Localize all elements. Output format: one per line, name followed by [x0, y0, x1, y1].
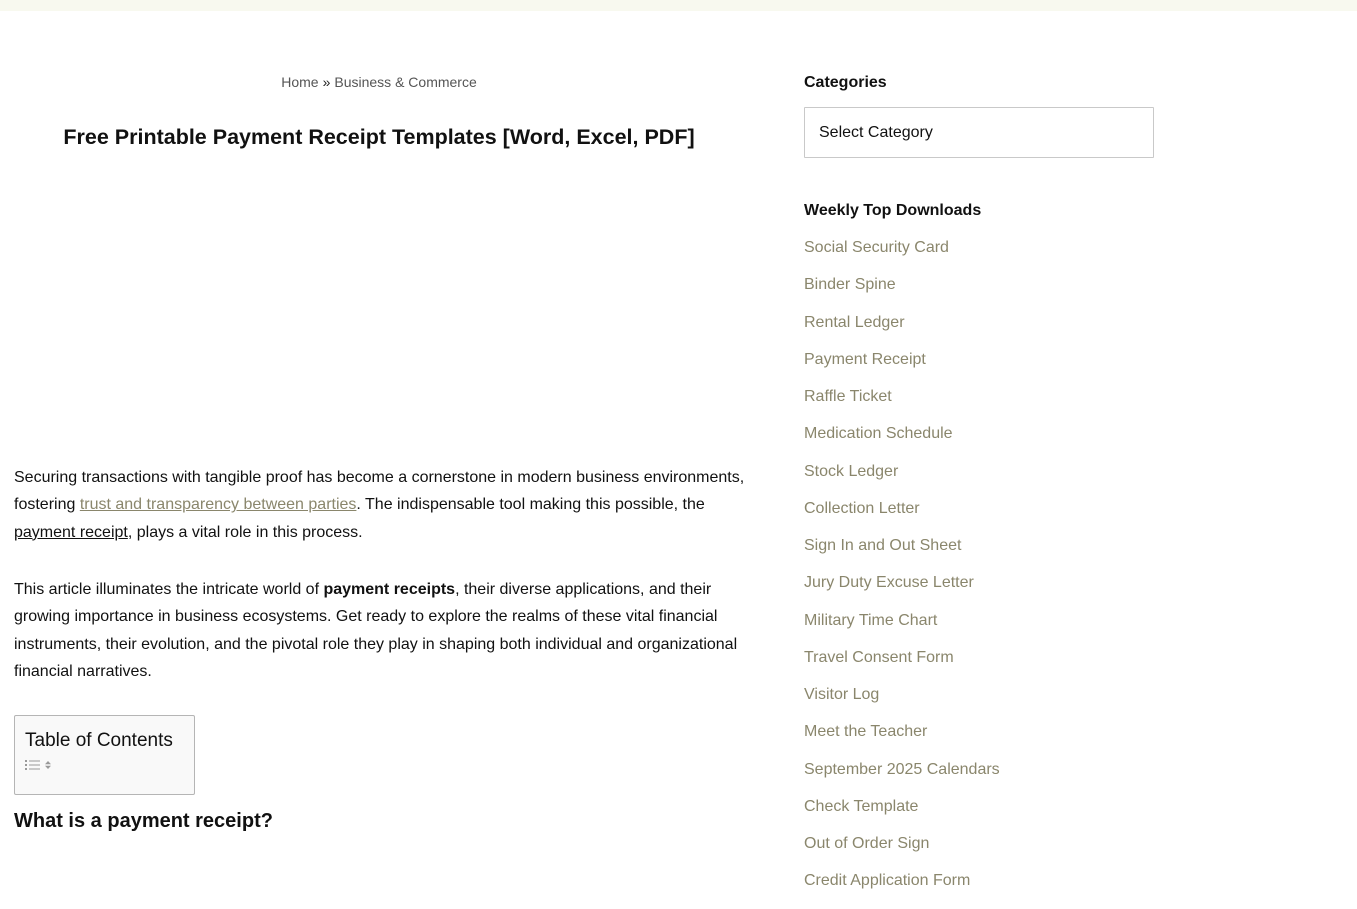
toc-toggle-button[interactable] — [25, 759, 52, 771]
toc-title: Table of Contents — [25, 730, 173, 751]
download-link[interactable]: Jury Duty Excuse Letter — [804, 574, 974, 591]
trust-transparency-link[interactable]: trust and transparency between parties — [80, 496, 357, 513]
breadcrumb-category-link[interactable]: Business & Commerce — [334, 74, 476, 90]
list-icon — [25, 760, 40, 770]
section-heading: What is a payment receipt? — [14, 810, 273, 832]
weekly-downloads-title: Weekly Top Downloads — [804, 202, 982, 219]
second-text-1: This article illuminates the intricate w… — [14, 581, 324, 598]
list-item: September 2025 Calendars — [804, 760, 1000, 797]
download-link[interactable]: Payment Receipt — [804, 351, 926, 368]
breadcrumb-separator: » — [322, 74, 331, 90]
ad-placeholder — [14, 180, 744, 450]
download-link[interactable]: Sign In and Out Sheet — [804, 537, 961, 554]
list-item: Sign In and Out Sheet — [804, 536, 1000, 573]
list-item: Travel Consent Form — [804, 648, 1000, 685]
payment-receipts-bold: payment receipts — [323, 581, 456, 598]
list-item: Military Time Chart — [804, 611, 1000, 648]
download-link[interactable]: September 2025 Calendars — [804, 761, 1000, 778]
page-title: Free Printable Payment Receipt Templates… — [63, 125, 695, 149]
top-bar — [0, 0, 1357, 11]
table-of-contents: Table of Contents — [14, 715, 195, 795]
list-item: Out of Order Sign — [804, 834, 1000, 871]
intro-text-2: . The indispensable tool making this pos… — [356, 496, 705, 514]
categories-title: Categories — [804, 74, 887, 91]
category-select[interactable]: Select Category — [804, 107, 1154, 158]
list-item: Medication Schedule — [804, 424, 1000, 461]
download-link[interactable]: Rental Ledger — [804, 314, 905, 331]
breadcrumb-home-link[interactable]: Home — [281, 74, 318, 90]
list-item: Jury Duty Excuse Letter — [804, 573, 1000, 610]
list-item: Raffle Ticket — [804, 387, 1000, 424]
download-link[interactable]: Social Security Card — [804, 239, 949, 256]
list-item: Binder Spine — [804, 275, 1000, 312]
download-link[interactable]: Out of Order Sign — [804, 835, 929, 852]
download-link[interactable]: Collection Letter — [804, 500, 920, 517]
list-item: Rental Ledger — [804, 313, 1000, 350]
download-link[interactable]: Visitor Log — [804, 686, 879, 703]
download-link[interactable]: Medication Schedule — [804, 425, 953, 442]
second-paragraph: This article illuminates the intricate w… — [14, 576, 754, 685]
download-link[interactable]: Check Template — [804, 798, 918, 815]
list-item: Meet the Teacher — [804, 722, 1000, 759]
list-item: Social Security Card — [804, 238, 1000, 275]
download-link[interactable]: Military Time Chart — [804, 612, 937, 629]
downloads-list: Social Security Card Binder Spine Rental… — [804, 238, 1000, 909]
download-link[interactable]: Binder Spine — [804, 276, 896, 293]
download-link[interactable]: Meet the Teacher — [804, 723, 927, 740]
download-link[interactable]: Travel Consent Form — [804, 649, 954, 666]
intro-text-3: , plays a vital role in this process. — [127, 523, 363, 541]
list-item: Stock Ledger — [804, 462, 1000, 499]
list-item: Payment Receipt — [804, 350, 1000, 387]
list-item: Credit Application Form — [804, 871, 1000, 908]
list-item: Check Template — [804, 797, 1000, 834]
download-link[interactable]: Credit Application Form — [804, 872, 970, 889]
payment-receipt-link[interactable]: payment receipt — [14, 524, 128, 541]
download-link[interactable]: Raffle Ticket — [804, 388, 892, 405]
list-item: Collection Letter — [804, 499, 1000, 536]
sort-arrows-icon — [45, 761, 51, 769]
download-link[interactable]: Stock Ledger — [804, 463, 898, 480]
breadcrumb: Home» Business & Commerce — [14, 74, 744, 90]
list-item: Visitor Log — [804, 685, 1000, 722]
intro-paragraph: Securing transactions with tangible proo… — [14, 464, 754, 546]
